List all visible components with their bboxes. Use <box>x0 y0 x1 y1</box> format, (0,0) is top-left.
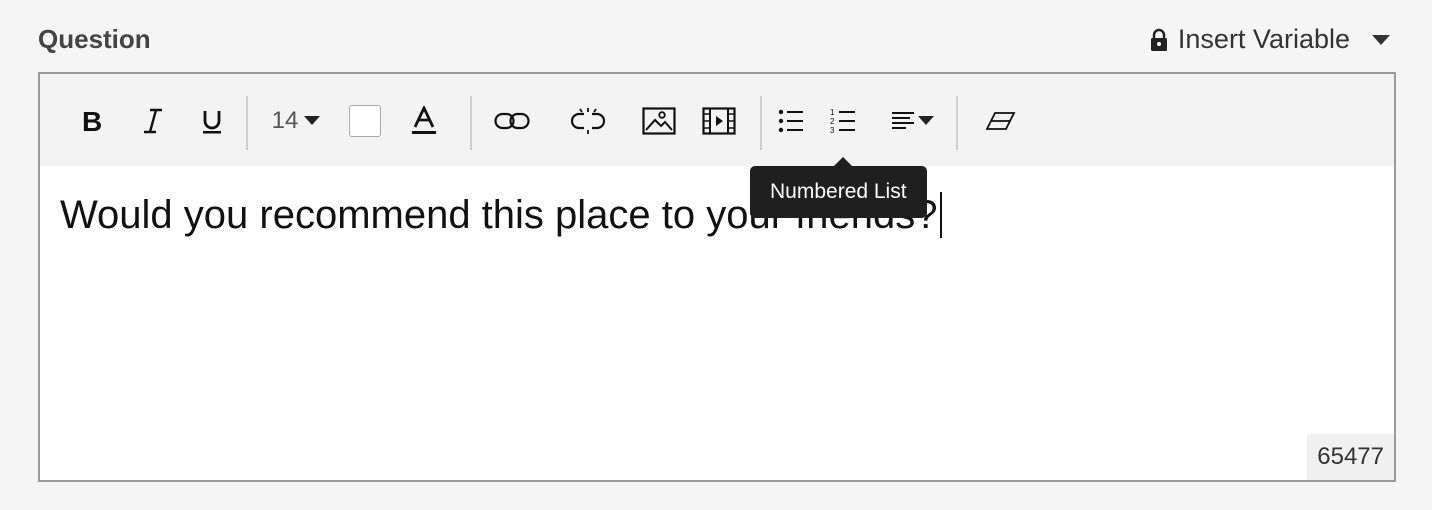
toolbar-separator <box>470 96 472 150</box>
rich-text-editor: B 14 1 2 3 Would you recommend this plac… <box>38 72 1396 482</box>
align-dropdown[interactable] <box>888 100 938 142</box>
toolbar-separator <box>246 96 248 150</box>
insert-variable-dropdown[interactable]: Insert Variable <box>1150 24 1390 55</box>
numbered-list-icon: 1 2 3 <box>830 108 855 135</box>
eraser-icon <box>986 112 1016 130</box>
text-color-button[interactable] <box>408 100 440 142</box>
font-size-value: 14 <box>271 107 299 134</box>
insert-variable-label: Insert Variable <box>1177 24 1350 54</box>
image-icon <box>642 107 676 135</box>
underline-button[interactable] <box>196 100 228 142</box>
italic-icon <box>144 108 162 134</box>
underline-icon <box>203 111 221 134</box>
svg-text:B: B <box>82 107 102 135</box>
font-size-dropdown[interactable]: 14 <box>268 100 324 142</box>
numbered-list-button[interactable]: 1 2 3 <box>828 100 858 142</box>
unlink-button[interactable] <box>568 100 608 142</box>
bulleted-list-icon <box>778 109 803 133</box>
toolbar-separator <box>956 96 958 150</box>
unlink-icon <box>570 108 606 134</box>
text-background-color-swatch[interactable] <box>348 100 382 142</box>
character-counter: 65477 <box>1307 434 1394 480</box>
align-left-icon <box>892 112 914 129</box>
text-cursor <box>940 192 943 238</box>
bold-icon: B <box>82 107 102 135</box>
link-button[interactable] <box>492 100 532 142</box>
link-icon <box>494 112 530 130</box>
svg-text:3: 3 <box>830 126 835 135</box>
image-button[interactable] <box>640 100 678 142</box>
chevron-down-icon <box>1372 34 1390 45</box>
video-button[interactable] <box>700 100 738 142</box>
svg-text:2: 2 <box>830 117 835 126</box>
editor-toolbar: B 14 1 2 3 <box>40 74 1394 166</box>
video-icon <box>702 107 736 135</box>
clear-formatting-button[interactable] <box>984 100 1018 142</box>
bold-button[interactable]: B <box>76 100 108 142</box>
bulleted-list-button[interactable] <box>776 100 806 142</box>
numbered-list-tooltip: Numbered List <box>750 157 927 218</box>
question-label: Question <box>38 24 151 54</box>
italic-button[interactable] <box>136 100 168 142</box>
chevron-down-icon <box>304 116 321 125</box>
toolbar-separator <box>760 96 762 150</box>
chevron-down-icon <box>918 116 934 125</box>
lock-icon <box>1150 28 1167 51</box>
text-color-icon <box>412 106 436 134</box>
svg-text:1: 1 <box>830 108 835 117</box>
